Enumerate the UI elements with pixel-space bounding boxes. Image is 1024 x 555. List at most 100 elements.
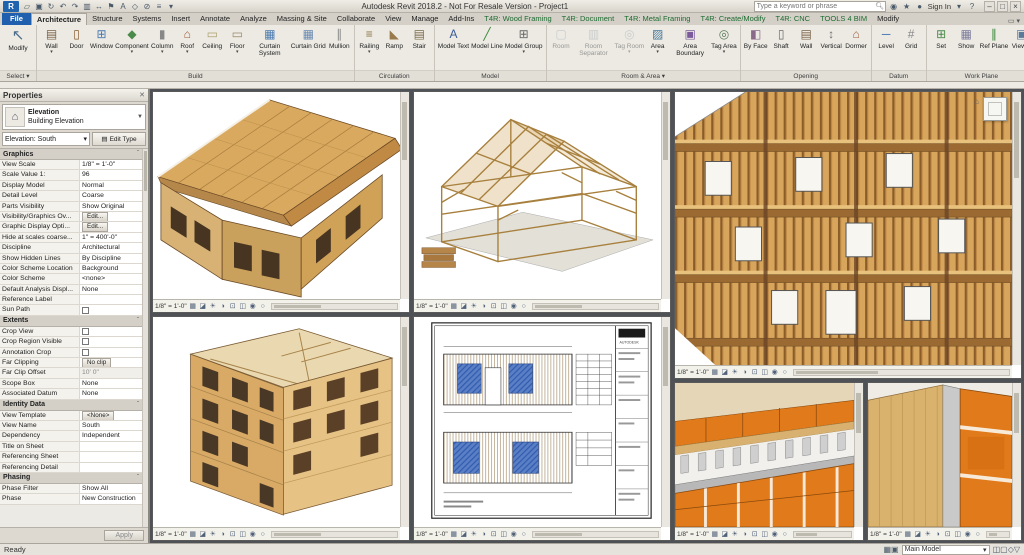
temporary-hide-isolate-icon[interactable]: ◉ (510, 530, 518, 538)
detail-level-icon[interactable]: ▦ (711, 368, 719, 376)
horizontal-scrollbar[interactable] (532, 531, 659, 538)
sun-path-icon[interactable]: ☀ (731, 368, 739, 376)
instance-selector[interactable]: Elevation: South ▾ (2, 132, 90, 146)
vertical-scrollbar[interactable] (400, 317, 409, 527)
view-scale-button[interactable]: 1/8" = 1'-0" (677, 369, 709, 376)
tool-stair-button[interactable]: ▤Stair (407, 26, 432, 70)
tab-t4r-document[interactable]: T4R: Document (557, 13, 620, 25)
tab-analyze[interactable]: Analyze (235, 13, 272, 25)
checkbox-crop-region-visible[interactable] (82, 338, 89, 345)
reveal-hidden-elements-icon[interactable]: ○ (259, 531, 267, 538)
type-selector-dropdown-icon[interactable]: ▼ (137, 114, 143, 120)
tool-railing-button[interactable]: ≡Railing▾ (357, 26, 382, 70)
prop-value-default-analysis-displ[interactable]: None (80, 285, 142, 294)
viewport-roof-framing-3d[interactable]: 1/8" = 1'-0"▦◪☀◑⊡◫◉○ (152, 91, 410, 313)
visual-style-icon[interactable]: ◪ (460, 530, 468, 538)
visual-style-icon[interactable]: ◪ (460, 302, 468, 310)
tab-file[interactable]: File (2, 13, 31, 25)
horizontal-scrollbar[interactable] (271, 303, 398, 310)
horizontal-scrollbar[interactable] (271, 531, 398, 538)
show-crop-region-icon[interactable]: ◫ (500, 530, 508, 538)
shadows-icon[interactable]: ◑ (480, 303, 488, 310)
sun-path-icon[interactable]: ☀ (209, 530, 217, 538)
tool-curtain-system-button[interactable]: ▦Curtain System (250, 26, 290, 70)
button-graphic-display-opti[interactable]: Edit... (82, 222, 108, 231)
tab-t4r-metal-framing[interactable]: T4R: Metal Framing (619, 13, 695, 25)
close-icon[interactable]: × (1010, 1, 1021, 12)
tool-door-button[interactable]: ▯Door (64, 26, 89, 70)
vertical-scrollbar[interactable] (1012, 383, 1021, 527)
detail-level-icon[interactable]: ▦ (189, 530, 197, 538)
tool-component-button[interactable]: ◆Component▾ (114, 26, 150, 70)
horizontal-scrollbar[interactable] (793, 531, 852, 538)
qat-dropdown-icon[interactable]: ▾ (166, 1, 176, 12)
sun-path-icon[interactable]: ☀ (470, 530, 478, 538)
apply-button[interactable]: Apply (104, 530, 144, 541)
section-header-phasing[interactable]: Phasingˆ (0, 473, 142, 484)
visual-style-icon[interactable]: ◪ (721, 368, 729, 376)
tool-mullion-button[interactable]: ∥Mullion (327, 26, 352, 70)
detail-level-icon[interactable]: ▦ (711, 530, 719, 538)
viewcube-home-icon[interactable]: ⌂ (974, 97, 979, 106)
button-visibility-graphics-ov[interactable]: Edit... (82, 212, 108, 221)
view-scale-button[interactable]: 1/8" = 1'-0" (155, 531, 187, 538)
show-crop-region-icon[interactable]: ◫ (239, 530, 247, 538)
minimize-icon[interactable]: – (984, 1, 995, 12)
tool-floor-button[interactable]: ▭Floor▾ (225, 26, 250, 70)
reveal-hidden-elements-icon[interactable]: ○ (259, 303, 267, 310)
edit-type-button[interactable]: ▤ Edit Type (92, 132, 146, 146)
tool-window-button[interactable]: ⊞Window (89, 26, 114, 70)
tool-column-button[interactable]: ▮Column▾ (150, 26, 175, 70)
exclude-options-icon[interactable]: ◫ (993, 545, 1001, 554)
tool-ceiling-button[interactable]: ▭Ceiling (200, 26, 225, 70)
open-icon[interactable]: ▱ (22, 1, 32, 12)
show-crop-region-icon[interactable]: ◫ (761, 530, 769, 538)
crop-view-icon[interactable]: ⊡ (229, 302, 237, 310)
prop-value-reference-label[interactable] (80, 295, 142, 304)
sync-icon[interactable]: ↻ (46, 1, 56, 12)
tool-model-text-button[interactable]: AModel Text (437, 26, 470, 70)
show-crop-region-icon[interactable]: ◫ (239, 302, 247, 310)
reveal-hidden-elements-icon[interactable]: ○ (520, 531, 528, 538)
checkbox-sun-path[interactable] (82, 307, 89, 314)
undo-icon[interactable]: ↶ (58, 1, 68, 12)
tag-icon[interactable]: ⚑ (106, 1, 116, 12)
section-icon[interactable]: ⊘ (142, 1, 152, 12)
detail-level-icon[interactable]: ▦ (450, 530, 458, 538)
tool-area-button[interactable]: ▨Area▾ (645, 26, 670, 70)
active-design-option-select[interactable]: Main Model ▾ (902, 545, 990, 555)
viewcube[interactable] (983, 97, 1007, 121)
tool-area-boundary-button[interactable]: ▣Area Boundary (670, 26, 710, 70)
prop-value-scale-value-1[interactable]: 96 (80, 170, 142, 179)
tool-roof-button[interactable]: ⌂Roof▾ (175, 26, 200, 70)
tool-ref-plane-button[interactable]: ∥Ref Plane (979, 26, 1010, 70)
save-icon[interactable]: ▣ (34, 1, 44, 12)
visual-style-icon[interactable]: ◪ (721, 530, 729, 538)
tool-tag-area-button[interactable]: ◎Tag Area▾ (710, 26, 738, 70)
crop-view-icon[interactable]: ⊡ (490, 302, 498, 310)
tool-level-button[interactable]: ─Level (874, 26, 899, 70)
prop-value-discipline[interactable]: Architectural (80, 243, 142, 252)
prop-value-view-name[interactable]: South (80, 421, 142, 430)
text-icon[interactable]: A (118, 1, 128, 12)
tool-curtain-grid-button[interactable]: ▦Curtain Grid (290, 26, 327, 70)
sun-path-icon[interactable]: ☀ (209, 302, 217, 310)
tab-collaborate[interactable]: Collaborate (332, 13, 380, 25)
prop-value-title-on-sheet[interactable] (80, 442, 142, 451)
temporary-hide-isolate-icon[interactable]: ◉ (771, 530, 779, 538)
checkbox-crop-view[interactable] (82, 328, 89, 335)
redo-icon[interactable]: ↷ (70, 1, 80, 12)
print-icon[interactable]: ▥ (82, 1, 92, 12)
vertical-scrollbar[interactable] (400, 92, 409, 299)
prop-value-referencing-detail[interactable] (80, 463, 142, 472)
viewport-wall-framing-elevation[interactable]: ⌂ 1/8" = 1'-0"▦◪☀◑⊡◫◉○ (674, 91, 1022, 379)
temporary-hide-isolate-icon[interactable]: ◉ (964, 530, 972, 538)
tool-wall-button[interactable]: ▤Wall▾ (39, 26, 64, 70)
sign-in-button[interactable]: Sign In (928, 2, 951, 11)
prop-value-far-clip-offset[interactable]: 10' 0" (80, 368, 142, 377)
crop-view-icon[interactable]: ⊡ (751, 530, 759, 538)
horizontal-scrollbar[interactable] (986, 531, 1010, 538)
crop-view-icon[interactable]: ⊡ (944, 530, 952, 538)
prop-value-phase[interactable]: New Construction (80, 494, 142, 503)
shadows-icon[interactable]: ◑ (219, 303, 227, 310)
